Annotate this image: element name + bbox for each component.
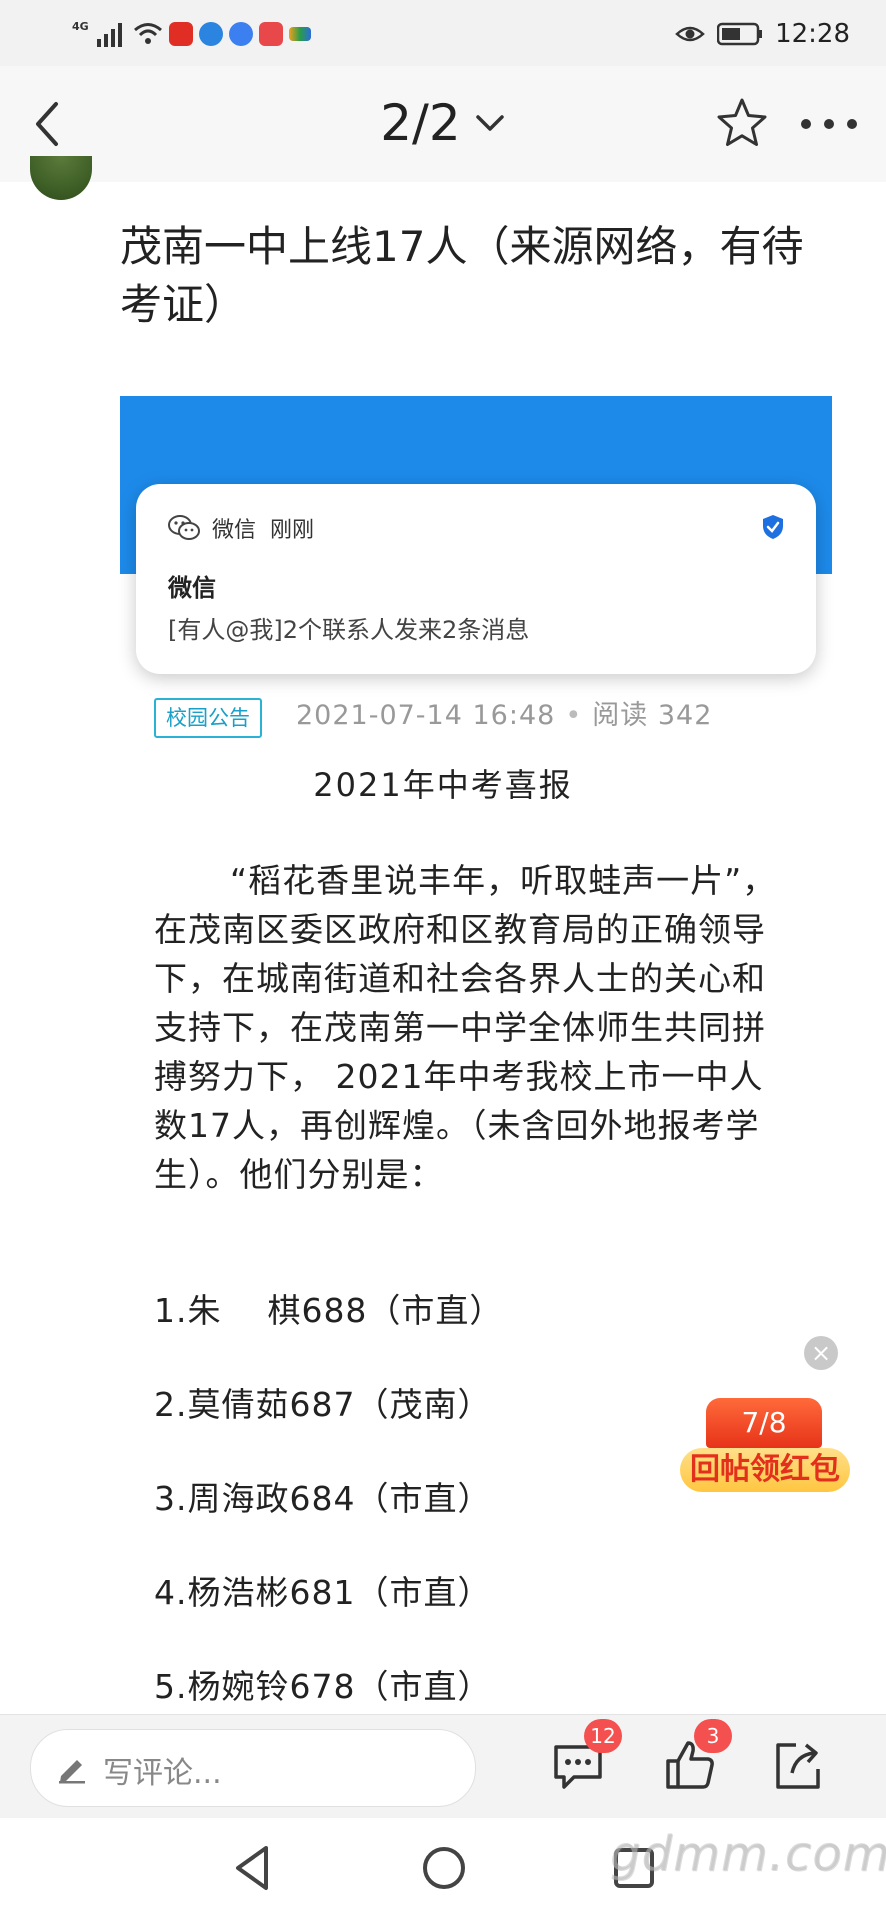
status-right: 12:28 bbox=[675, 14, 850, 54]
reply-progress-badge[interactable]: 7/8 bbox=[706, 1398, 822, 1448]
star-icon bbox=[717, 98, 767, 146]
pinduoduo-app-icon bbox=[168, 22, 193, 46]
system-home-button[interactable] bbox=[416, 1840, 472, 1896]
status-left: 4G bbox=[72, 18, 311, 50]
music-app-icon bbox=[228, 22, 253, 46]
shield-check-icon bbox=[763, 515, 783, 539]
signal-icon bbox=[96, 23, 122, 47]
circle-home-icon bbox=[423, 1847, 465, 1889]
wechat-notification[interactable]: 微信 刚刚 微信 [有人@我]2个联系人发来2条消息 bbox=[136, 484, 816, 674]
bottom-toolbar: 写评论... 12 3 bbox=[0, 1714, 886, 1819]
page-counter: 2/2 bbox=[380, 94, 461, 152]
mail-app-icon bbox=[288, 27, 311, 41]
separator-dot: • bbox=[565, 700, 583, 731]
notification-message: [有人@我]2个联系人发来2条消息 bbox=[168, 616, 530, 644]
battery-icon bbox=[717, 22, 763, 46]
network-type: 4G bbox=[72, 19, 89, 33]
system-back-button[interactable] bbox=[226, 1840, 282, 1896]
comment-count-badge: 12 bbox=[584, 1719, 622, 1753]
article-intro: “稻花香里说丰年，听取蛙声一片”，在茂南区委区政府和区教育局的正确领导下，在城南… bbox=[154, 861, 777, 1194]
post-datetime: 2021-07-14 16:48 bbox=[296, 700, 556, 731]
share-icon bbox=[776, 1743, 820, 1789]
close-float-button[interactable]: × bbox=[804, 1336, 838, 1370]
like-count-badge: 3 bbox=[694, 1719, 732, 1753]
clock: 12:28 bbox=[775, 19, 850, 49]
post-title: 茂南一中上线17人（来源网络，有待考证） bbox=[120, 222, 804, 329]
notification-time: 刚刚 bbox=[270, 518, 315, 543]
comment-input[interactable]: 写评论... bbox=[30, 1729, 476, 1807]
browser-app-icon bbox=[198, 22, 223, 46]
comment-placeholder: 写评论... bbox=[103, 1756, 222, 1791]
site-watermark: gdmm.com bbox=[610, 1826, 886, 1882]
favorite-button[interactable] bbox=[712, 94, 772, 154]
like-button[interactable]: 3 bbox=[660, 1719, 732, 1795]
notification-app-name: 微信 bbox=[212, 518, 257, 543]
list-item: 2.莫倩茹687（茂南） bbox=[154, 1385, 492, 1424]
comments-button[interactable]: 12 bbox=[548, 1719, 622, 1795]
read-count: 阅读 342 bbox=[592, 700, 713, 731]
post-meta: 2021-07-14 16:48 • 阅读 342 bbox=[296, 698, 712, 734]
more-dots-icon bbox=[801, 119, 857, 129]
notification-header: 微信 刚刚 bbox=[168, 512, 314, 544]
chevron-down-icon bbox=[476, 115, 504, 131]
pencil-icon bbox=[59, 1760, 85, 1784]
triangle-back-icon bbox=[236, 1846, 268, 1890]
reply-red-packet-button[interactable]: 回帖领红包 bbox=[680, 1448, 850, 1492]
list-item: 1.朱 棋688（市直） bbox=[154, 1291, 504, 1330]
list-item: 5.杨婉铃678（市直） bbox=[154, 1667, 492, 1706]
category-tag[interactable]: 校园公告 bbox=[154, 698, 262, 738]
list-item: 4.杨浩彬681（市直） bbox=[154, 1573, 492, 1612]
wechat-icon bbox=[168, 515, 200, 540]
article-heading: 2021年中考喜报 bbox=[313, 766, 573, 804]
wifi-icon bbox=[133, 23, 162, 44]
status-bar: 4G 12:28 bbox=[0, 0, 886, 66]
eye-comfort-icon bbox=[675, 26, 705, 42]
huawei-app-icon bbox=[258, 22, 283, 46]
author-avatar[interactable] bbox=[30, 156, 92, 200]
notification-title: 微信 bbox=[168, 574, 216, 602]
share-button[interactable] bbox=[768, 1735, 828, 1795]
more-button[interactable] bbox=[796, 94, 866, 154]
list-item: 3.周海政684（市直） bbox=[154, 1479, 492, 1518]
top-navigation: 2/2 bbox=[0, 66, 886, 182]
